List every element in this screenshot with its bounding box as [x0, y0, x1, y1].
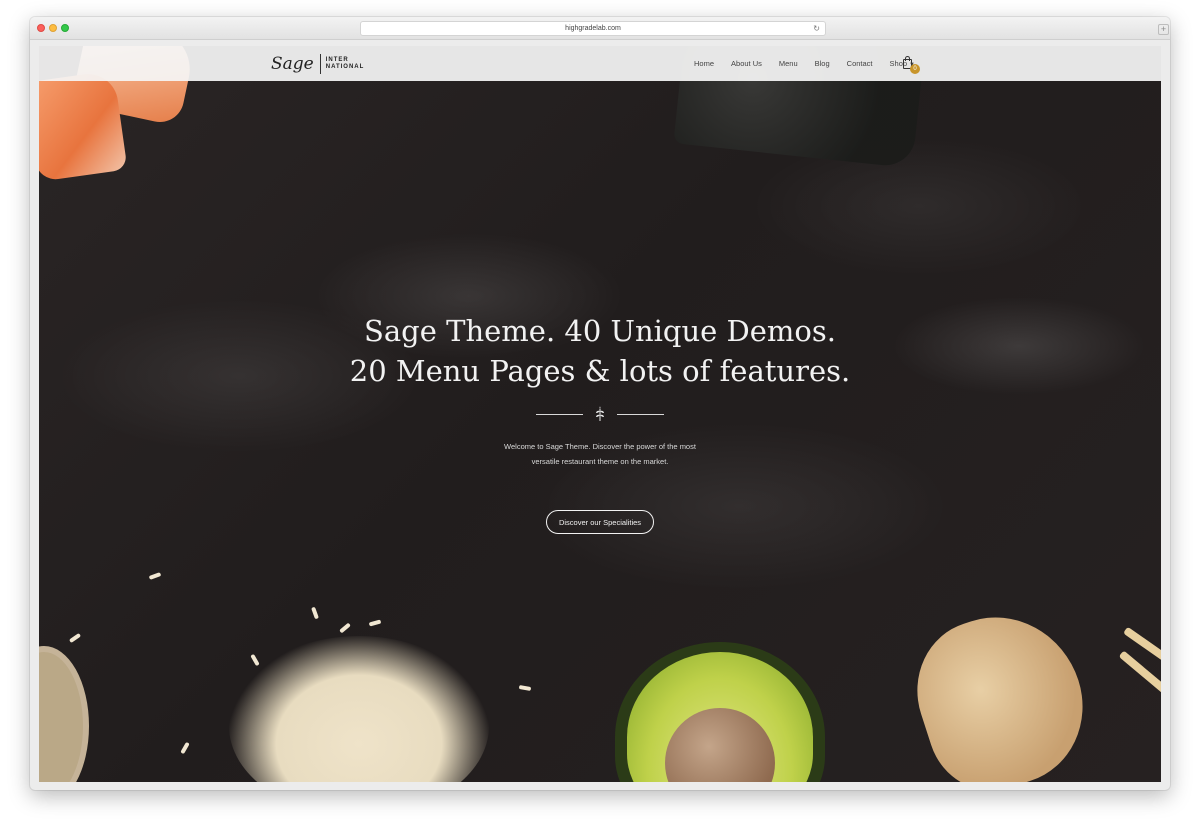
- reload-icon[interactable]: ↻: [813, 22, 820, 35]
- browser-titlebar: highgradelab.com ↻ +: [30, 17, 1170, 40]
- website-viewport: Sage INTER NATIONAL Home About Us Menu B…: [39, 46, 1161, 782]
- address-bar[interactable]: highgradelab.com ↻: [360, 21, 826, 36]
- browser-window: highgradelab.com ↻ + Sage INTER NATIONAL…: [30, 17, 1170, 790]
- divider-line-left: [536, 414, 583, 415]
- hero-section: Sage Theme. 40 Unique Demos. 20 Menu Pag…: [39, 46, 1161, 782]
- hero-description-line2: versatile restaurant theme on the market…: [531, 457, 669, 466]
- hero-description-line1: Welcome to Sage Theme. Discover the powe…: [504, 442, 696, 451]
- zoom-window-button[interactable]: [61, 24, 69, 32]
- new-tab-icon[interactable]: +: [1158, 24, 1169, 35]
- hero-title: Sage Theme. 40 Unique Demos. 20 Menu Pag…: [39, 311, 1161, 391]
- hero-title-line1: Sage Theme. 40 Unique Demos.: [364, 314, 836, 348]
- divider-line-right: [617, 414, 664, 415]
- hero-description: Welcome to Sage Theme. Discover the powe…: [39, 439, 1161, 469]
- leaf-icon: [596, 406, 604, 421]
- discover-specialities-button[interactable]: Discover our Specialities: [546, 510, 654, 534]
- hero-title-line2: 20 Menu Pages & lots of features.: [349, 354, 851, 388]
- address-text: highgradelab.com: [565, 25, 621, 32]
- hero-divider: [536, 406, 664, 421]
- close-window-button[interactable]: [37, 24, 45, 32]
- minimize-window-button[interactable]: [49, 24, 57, 32]
